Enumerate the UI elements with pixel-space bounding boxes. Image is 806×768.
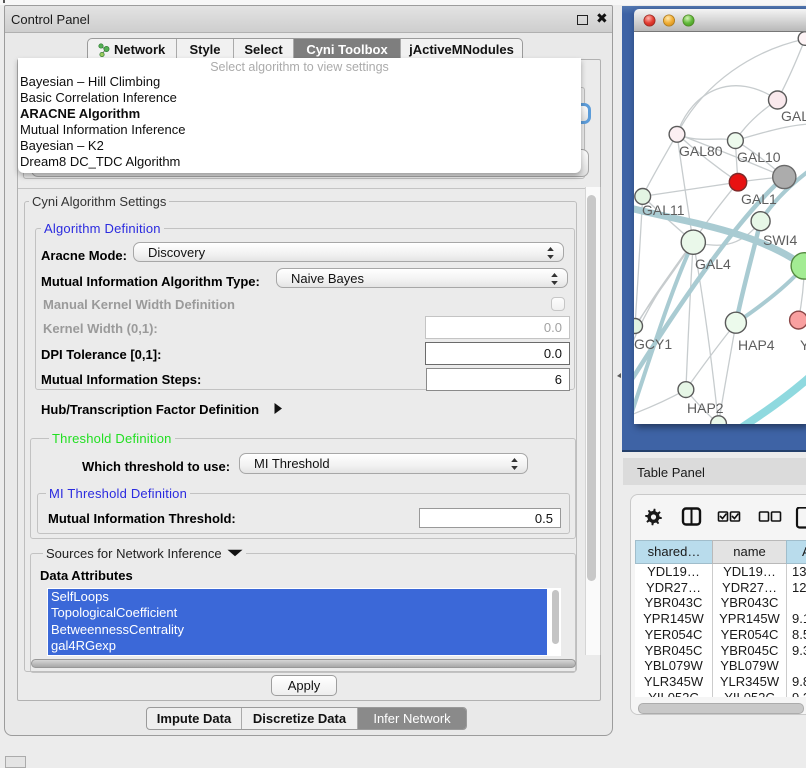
svg-text:GAL11: GAL11 bbox=[642, 202, 685, 218]
svg-text:GAL4: GAL4 bbox=[695, 256, 731, 272]
svg-text:GAL80: GAL80 bbox=[679, 143, 723, 159]
svg-text:SWI4: SWI4 bbox=[763, 232, 797, 248]
svg-text:YJ: YJ bbox=[800, 337, 806, 353]
svg-text:GCY1: GCY1 bbox=[634, 336, 672, 352]
svg-text:GAL7: GAL7 bbox=[781, 108, 806, 124]
svg-text:GAL10: GAL10 bbox=[737, 149, 781, 165]
svg-text:HAP4: HAP4 bbox=[738, 337, 775, 353]
svg-text:HAP2: HAP2 bbox=[687, 400, 724, 416]
svg-text:GAL1: GAL1 bbox=[741, 191, 777, 207]
